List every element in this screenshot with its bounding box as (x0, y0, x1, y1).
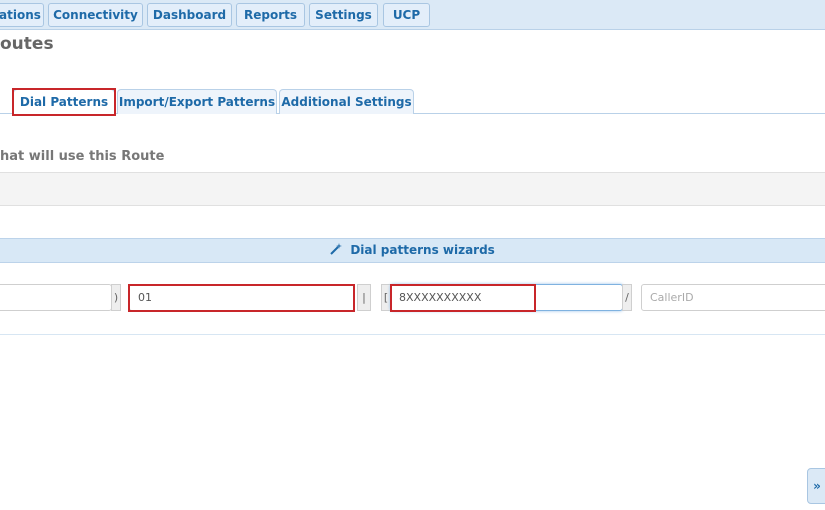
page-title: outes (0, 34, 54, 54)
dial-patterns-wizard-button[interactable]: Dial patterns wizards (0, 238, 825, 263)
nav-settings[interactable]: Settings (309, 3, 378, 27)
top-nav: ations Connectivity Dashboard Reports Se… (0, 0, 825, 30)
nav-applications[interactable]: ations (0, 3, 44, 27)
pipe-addon: | (357, 284, 371, 311)
magic-wand-icon (330, 243, 346, 257)
callerid-field[interactable] (641, 284, 825, 311)
match-pattern-field[interactable] (390, 284, 623, 311)
tab-import-export-patterns[interactable]: Import/Export Patterns (117, 89, 277, 114)
sidebar-toggle-button[interactable]: » (807, 468, 825, 504)
prepend-field[interactable] (0, 284, 112, 311)
nav-dashboard[interactable]: Dashboard (147, 3, 232, 27)
close-paren-addon: ) (111, 284, 121, 311)
tab-dial-patterns[interactable]: Dial Patterns (13, 89, 115, 115)
nav-ucp[interactable]: UCP (383, 3, 430, 27)
slash-addon: / (622, 284, 632, 311)
nav-connectivity[interactable]: Connectivity (48, 3, 143, 27)
pattern-row-divider (0, 334, 825, 335)
nav-reports[interactable]: Reports (236, 3, 305, 27)
tab-additional-settings[interactable]: Additional Settings (279, 89, 414, 114)
prefix-field[interactable] (129, 284, 355, 311)
wizard-label: Dial patterns wizards (350, 243, 495, 257)
trunk-sequence-row (0, 172, 825, 206)
section-heading: hat will use this Route (0, 149, 165, 164)
